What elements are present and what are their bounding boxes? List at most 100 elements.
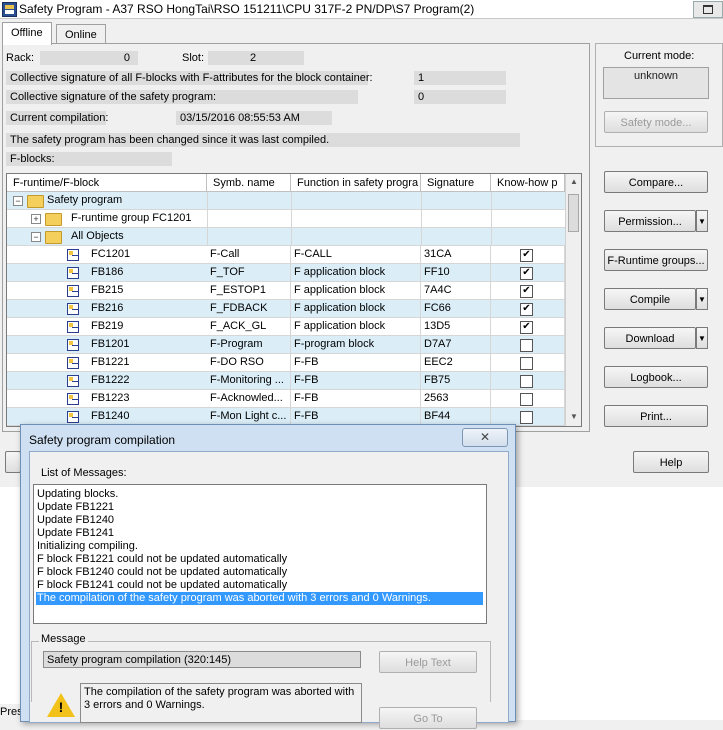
list-item[interactable]: F block FB1241 could not be updated auto… <box>36 579 483 592</box>
tree-row-fruntime-group[interactable]: + F-runtime group FC1201 <box>7 210 565 228</box>
print-button[interactable]: Print... <box>604 405 708 427</box>
col-header-fblock[interactable]: F-runtime/F-block <box>7 174 207 192</box>
knowhow-checkbox[interactable]: ✔ <box>520 267 533 280</box>
list-item[interactable]: F block FB1240 could not be updated auto… <box>36 566 483 579</box>
grid-vertical-scrollbar[interactable]: ▲ ▼ <box>565 174 581 426</box>
maximize-button[interactable] <box>693 1 723 18</box>
col-header-function[interactable]: Function in safety progra <box>291 174 421 192</box>
partial-button[interactable] <box>5 451 21 473</box>
close-icon[interactable]: ✕ <box>462 428 508 447</box>
cell-signature: D7A7 <box>421 336 491 353</box>
message-list[interactable]: Updating blocks. Update FB1221 Update FB12… <box>33 484 487 624</box>
tab-offline[interactable]: Offline <box>2 22 52 45</box>
scroll-down-icon[interactable]: ▼ <box>570 412 578 421</box>
tree-row-safety-program[interactable]: − Safety program <box>7 192 565 210</box>
expand-icon[interactable]: + <box>31 214 41 224</box>
table-row[interactable]: FB1221 F-DO RSO F-FB EEC2 <box>7 354 565 372</box>
fruntime-groups-button[interactable]: F-Runtime groups... <box>604 249 708 271</box>
cell-function: F application block <box>291 300 421 317</box>
col-header-signature[interactable]: Signature <box>421 174 491 192</box>
list-item[interactable]: Update FB1241 <box>36 527 483 540</box>
message-detail-text: The compilation of the safety program wa… <box>80 683 362 723</box>
folder-icon <box>27 195 44 208</box>
cell-function: F-FB <box>291 354 421 371</box>
logbook-button[interactable]: Logbook... <box>604 366 708 388</box>
folder-icon <box>45 231 62 244</box>
cell-symbol: F-Program <box>207 336 291 353</box>
compile-dropdown-icon[interactable]: ▼ <box>696 288 708 310</box>
cell-block: FB1201 <box>91 338 130 350</box>
fb-icon <box>67 339 79 351</box>
table-row[interactable]: FB1223 F-Acknowled... F-FB 2563 <box>7 390 565 408</box>
table-row[interactable]: FB215 F_ESTOP1 F application block 7A4C ✔ <box>7 282 565 300</box>
current-mode-label: Current mode: <box>624 50 695 62</box>
list-item[interactable]: Updating blocks. <box>36 488 483 501</box>
cell-function: F-FB <box>291 408 421 425</box>
compilation-dialog: Safety program compilation ✕ List of Mes… <box>20 424 516 729</box>
table-row[interactable]: FB1222 F-Monitoring ... F-FB FB75 <box>7 372 565 390</box>
list-item[interactable]: F block FB1221 could not be updated auto… <box>36 553 483 566</box>
knowhow-checkbox[interactable] <box>520 411 533 424</box>
cell-symbol: F_ACK_GL <box>207 318 291 335</box>
app-icon <box>2 2 17 17</box>
cell-signature: EEC2 <box>421 354 491 371</box>
list-item[interactable]: Update FB1240 <box>36 514 483 527</box>
table-row[interactable]: FB216 F_FDBACK F application block FC66 ✔ <box>7 300 565 318</box>
safety-mode-button[interactable]: Safety mode... <box>604 111 708 133</box>
table-row[interactable]: FB219 F_ACK_GL F application block 13D5 ✔ <box>7 318 565 336</box>
table-row[interactable]: FB1201 F-Program F-program block D7A7 <box>7 336 565 354</box>
cell-block: FB219 <box>91 320 124 332</box>
permission-button[interactable]: Permission... <box>604 210 696 232</box>
knowhow-checkbox[interactable] <box>520 393 533 406</box>
col-header-knowhow[interactable]: Know-how p <box>491 174 565 192</box>
list-item[interactable]: The compilation of the safety program wa… <box>36 592 483 605</box>
collapse-icon[interactable]: − <box>31 232 41 242</box>
knowhow-checkbox[interactable] <box>520 339 533 352</box>
cell-function: F-FB <box>291 372 421 389</box>
message-group-label: Message <box>39 633 88 645</box>
col-header-symbol[interactable]: Symb. name <box>207 174 291 192</box>
cell-symbol: F-Call <box>207 246 291 263</box>
goto-button[interactable]: Go To <box>379 707 477 729</box>
fblock-icon <box>67 321 79 333</box>
fb-icon <box>67 375 79 387</box>
cell-signature: 2563 <box>421 390 491 407</box>
knowhow-checkbox[interactable]: ✔ <box>520 249 533 262</box>
current-mode-value: unknown <box>603 67 709 99</box>
knowhow-checkbox[interactable]: ✔ <box>520 285 533 298</box>
knowhow-checkbox[interactable]: ✔ <box>520 303 533 316</box>
help-button[interactable]: Help <box>633 451 709 473</box>
collective-program-label: Collective signature of the safety progr… <box>6 90 358 104</box>
collapse-icon[interactable]: − <box>13 196 23 206</box>
tree-label: All Objects <box>71 230 124 242</box>
warning-mark: ! <box>58 699 64 715</box>
fb-icon <box>67 411 79 423</box>
knowhow-checkbox[interactable]: ✔ <box>520 321 533 334</box>
download-button[interactable]: Download <box>604 327 696 349</box>
list-item[interactable]: Update FB1221 <box>36 501 483 514</box>
cell-function: F-program block <box>291 336 421 353</box>
table-row[interactable]: FB186 F_TOF F application block FF10 ✔ <box>7 264 565 282</box>
cell-knowhow <box>491 354 565 371</box>
compile-button[interactable]: Compile <box>604 288 696 310</box>
status-bar-text: Pres <box>0 704 20 720</box>
scroll-up-icon[interactable]: ▲ <box>570 177 578 186</box>
tab-online[interactable]: Online <box>56 24 106 45</box>
knowhow-checkbox[interactable] <box>520 357 533 370</box>
changed-notice: The safety program has been changed sinc… <box>6 133 520 147</box>
scroll-thumb[interactable] <box>568 194 579 232</box>
list-item[interactable]: Initializing compiling. <box>36 540 483 553</box>
compare-button[interactable]: Compare... <box>604 171 708 193</box>
help-text-button[interactable]: Help Text <box>379 651 477 673</box>
tree-row-all-objects[interactable]: − All Objects <box>7 228 565 246</box>
knowhow-checkbox[interactable] <box>520 375 533 388</box>
collective-program-value: 0 <box>414 90 506 104</box>
cell-knowhow: ✔ <box>491 282 565 299</box>
cell-symbol: F_FDBACK <box>207 300 291 317</box>
cell-block: FB215 <box>91 284 124 296</box>
cell-signature: 13D5 <box>421 318 491 335</box>
permission-dropdown-icon[interactable]: ▼ <box>696 210 708 232</box>
table-row[interactable]: FC1201 F-Call F-CALL 31CA ✔ <box>7 246 565 264</box>
download-dropdown-icon[interactable]: ▼ <box>696 327 708 349</box>
fblock-icon <box>67 249 79 261</box>
